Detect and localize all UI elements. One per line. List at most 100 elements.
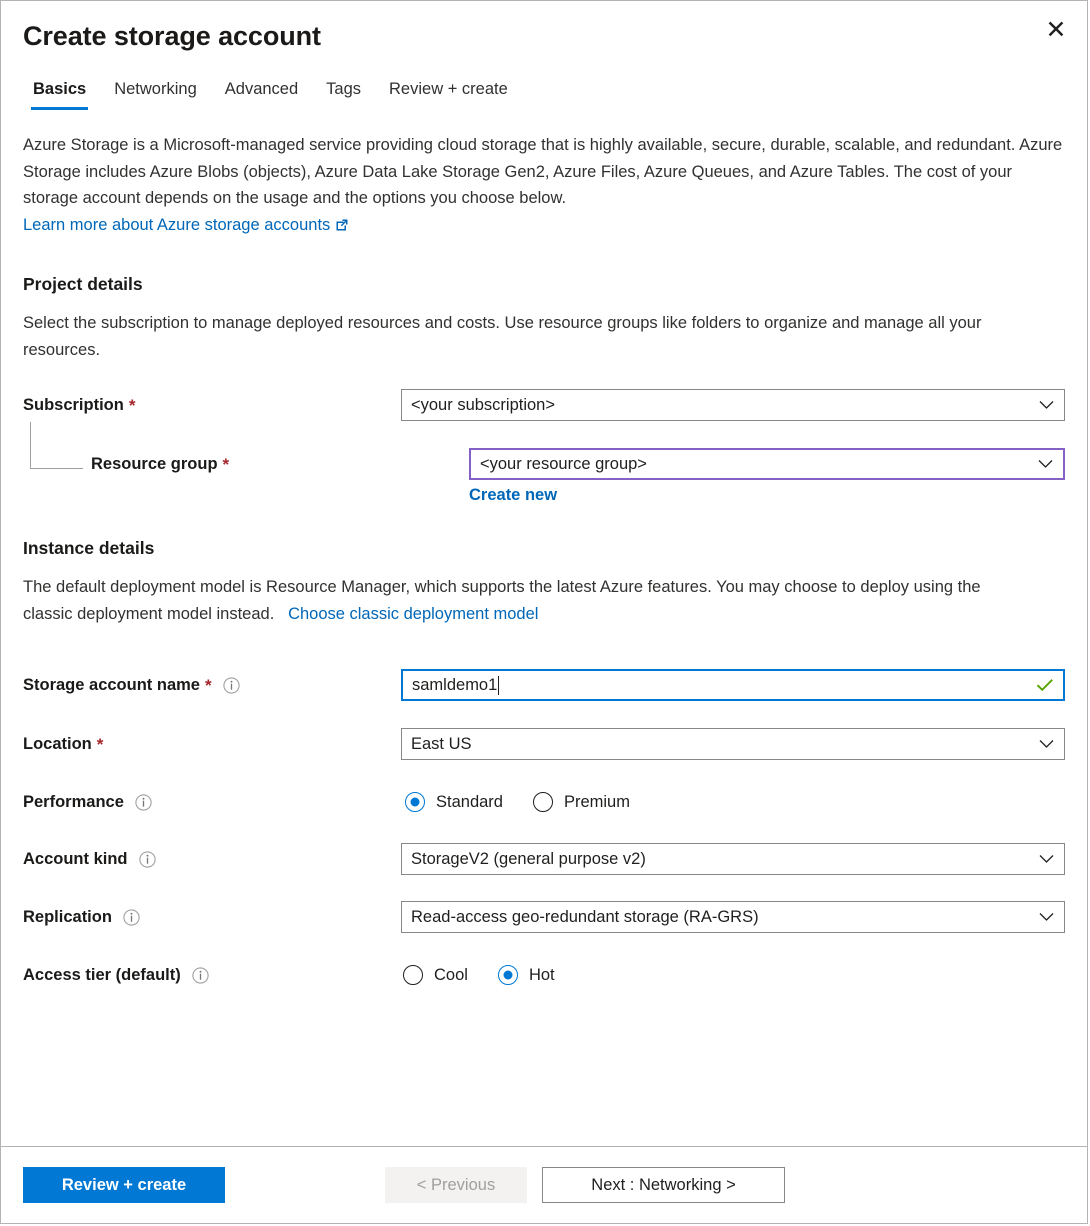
resource-group-field-cell: <your resource group> Create new xyxy=(469,448,1065,505)
replication-field-cell: Read-access geo-redundant storage (RA-GR… xyxy=(401,901,1065,933)
subscription-dropdown[interactable]: <your subscription> xyxy=(401,389,1065,421)
tab-advanced-label: Advanced xyxy=(225,80,298,98)
performance-radio-group: Standard Premium xyxy=(401,786,1065,818)
project-details-heading: Project details xyxy=(23,274,1065,295)
location-field-cell: East US xyxy=(401,728,1065,760)
tab-review-create[interactable]: Review + create xyxy=(375,79,522,110)
next-networking-button[interactable]: Next : Networking > xyxy=(542,1167,785,1203)
info-icon[interactable] xyxy=(192,967,209,984)
external-link-icon xyxy=(335,214,349,241)
storage-account-name-field-cell: samldemo1 xyxy=(401,669,1065,701)
review-create-button[interactable]: Review + create xyxy=(23,1167,225,1203)
project-details-description: Select the subscription to manage deploy… xyxy=(23,310,1008,363)
storage-account-name-label: Storage account name xyxy=(23,669,200,701)
subscription-field-cell: <your subscription> xyxy=(401,389,1065,421)
storage-account-name-row: Storage account name * samldemo1 xyxy=(23,669,1065,701)
access-tier-label: Access tier (default) xyxy=(23,959,181,991)
blade-footer: Review + create < Previous Next : Networ… xyxy=(1,1146,1087,1223)
storage-account-name-required-marker: * xyxy=(205,677,212,694)
account-kind-value: StorageV2 (general purpose v2) xyxy=(411,844,646,874)
performance-label: Performance xyxy=(23,786,124,818)
chevron-down-icon xyxy=(1039,855,1054,864)
performance-field-cell: Standard Premium xyxy=(401,786,1065,818)
location-row: Location * East US xyxy=(23,728,1065,760)
resource-group-value: <your resource group> xyxy=(480,449,647,479)
radio-standard-icon xyxy=(405,792,425,812)
replication-dropdown[interactable]: Read-access geo-redundant storage (RA-GR… xyxy=(401,901,1065,933)
resource-group-label-cell: Resource group * xyxy=(23,448,469,480)
intro-paragraph: Azure Storage is a Microsoft-managed ser… xyxy=(23,136,1062,207)
previous-button: < Previous xyxy=(385,1167,527,1203)
access-tier-field-cell: Cool Hot xyxy=(401,959,1065,991)
close-icon[interactable]: ✕ xyxy=(1039,13,1073,47)
account-kind-label-cell: Account kind xyxy=(23,843,401,875)
tab-advanced[interactable]: Advanced xyxy=(211,79,312,110)
account-kind-dropdown[interactable]: StorageV2 (general purpose v2) xyxy=(401,843,1065,875)
subscription-required-marker: * xyxy=(129,397,136,414)
info-icon[interactable] xyxy=(139,851,156,868)
performance-option-premium-label: Premium xyxy=(564,793,630,812)
chevron-down-icon xyxy=(1039,913,1054,922)
resource-group-dropdown[interactable]: <your resource group> xyxy=(469,448,1065,480)
create-storage-account-blade: Create storage account ✕ Basics Networki… xyxy=(0,0,1088,1224)
tab-review-create-label: Review + create xyxy=(389,80,508,98)
learn-more-label: Learn more about Azure storage accounts xyxy=(23,216,330,234)
subscription-row: Subscription * <your subscription> xyxy=(23,389,1065,421)
tab-basics-label: Basics xyxy=(33,80,86,98)
location-required-marker: * xyxy=(97,736,104,753)
page-title: Create storage account xyxy=(23,19,1065,53)
learn-more-link[interactable]: Learn more about Azure storage accounts xyxy=(23,216,349,234)
tab-networking-label: Networking xyxy=(114,80,197,98)
chevron-down-icon xyxy=(1039,401,1054,410)
subscription-value: <your subscription> xyxy=(411,390,555,420)
tab-tags[interactable]: Tags xyxy=(312,79,375,110)
location-dropdown[interactable]: East US xyxy=(401,728,1065,760)
instance-details-description: The default deployment model is Resource… xyxy=(23,574,1008,627)
access-tier-label-cell: Access tier (default) xyxy=(23,959,401,991)
subscription-label: Subscription xyxy=(23,389,124,421)
wizard-tabs: Basics Networking Advanced Tags Review +… xyxy=(1,79,1087,110)
replication-row: Replication Read-access geo-redundant st… xyxy=(23,901,1065,933)
replication-label: Replication xyxy=(23,901,112,933)
location-label-cell: Location * xyxy=(23,728,401,760)
performance-label-cell: Performance xyxy=(23,786,401,818)
chevron-down-icon xyxy=(1039,740,1054,749)
chevron-down-icon xyxy=(1038,460,1053,469)
radio-premium-icon xyxy=(533,792,553,812)
resource-group-row: Resource group * <your resource group> C… xyxy=(23,448,1065,505)
performance-option-standard-label: Standard xyxy=(436,793,503,812)
performance-option-standard[interactable]: Standard xyxy=(405,792,503,812)
tab-networking[interactable]: Networking xyxy=(100,79,211,110)
access-tier-option-cool[interactable]: Cool xyxy=(403,965,468,985)
resource-group-label: Resource group xyxy=(91,448,218,480)
account-kind-field-cell: StorageV2 (general purpose v2) xyxy=(401,843,1065,875)
intro-text: Azure Storage is a Microsoft-managed ser… xyxy=(23,132,1065,240)
account-kind-row: Account kind StorageV2 (general purpose … xyxy=(23,843,1065,875)
create-new-resource-group-link[interactable]: Create new xyxy=(469,486,557,505)
access-tier-radio-group: Cool Hot xyxy=(401,959,1065,991)
location-label: Location xyxy=(23,728,92,760)
subscription-label-cell: Subscription * xyxy=(23,389,401,421)
text-caret xyxy=(498,676,499,695)
info-icon[interactable] xyxy=(123,909,140,926)
performance-option-premium[interactable]: Premium xyxy=(533,792,630,812)
access-tier-option-hot-label: Hot xyxy=(529,966,555,985)
resource-group-required-marker: * xyxy=(223,456,230,473)
radio-hot-icon xyxy=(498,965,518,985)
location-value: East US xyxy=(411,729,472,759)
performance-row: Performance Standard Premium xyxy=(23,786,1065,818)
info-icon[interactable] xyxy=(223,677,240,694)
access-tier-option-cool-label: Cool xyxy=(434,966,468,985)
access-tier-option-hot[interactable]: Hot xyxy=(498,965,555,985)
tab-basics[interactable]: Basics xyxy=(19,79,100,110)
choose-classic-deployment-model-link[interactable]: Choose classic deployment model xyxy=(288,605,538,623)
replication-label-cell: Replication xyxy=(23,901,401,933)
tab-tags-label: Tags xyxy=(326,80,361,98)
info-icon[interactable] xyxy=(135,794,152,811)
storage-account-name-input[interactable]: samldemo1 xyxy=(401,669,1065,701)
storage-account-name-label-cell: Storage account name * xyxy=(23,669,401,701)
blade-content: Azure Storage is a Microsoft-managed ser… xyxy=(1,110,1087,1146)
account-kind-label: Account kind xyxy=(23,843,128,875)
radio-cool-icon xyxy=(403,965,423,985)
blade-header: Create storage account ✕ xyxy=(1,1,1087,53)
